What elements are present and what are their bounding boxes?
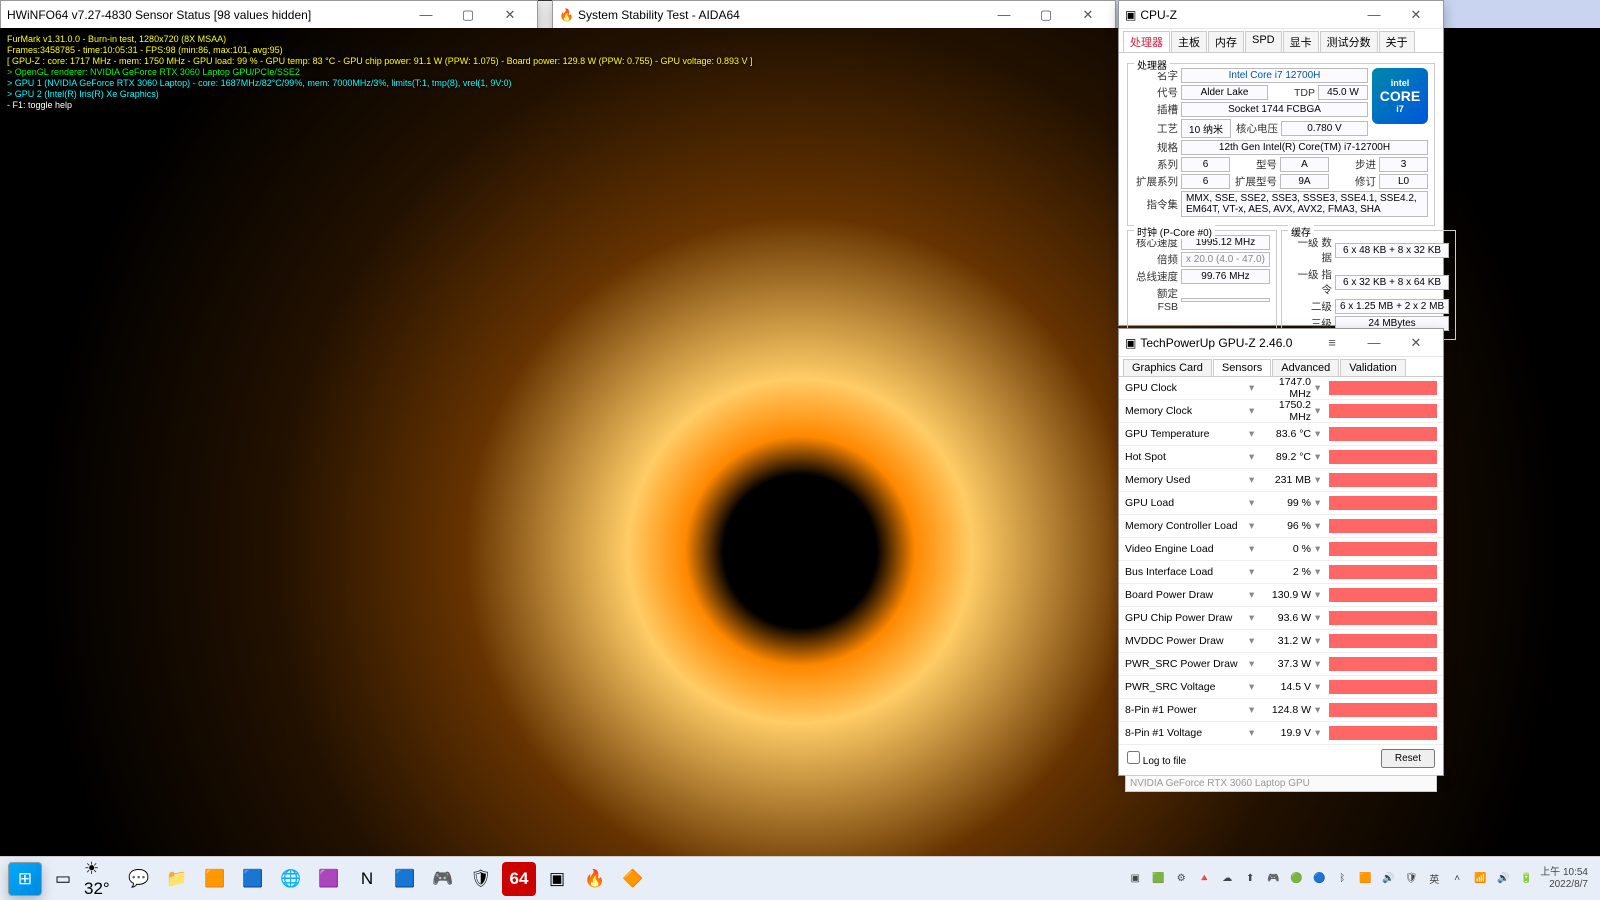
app-icon[interactable]: 🛡 [464,862,498,896]
tray-icon[interactable]: ⚙ [1172,870,1190,888]
cpuz-titlebar[interactable]: ▣ CPU-Z — ✕ [1119,1,1443,29]
app-icon[interactable]: 🔥 [578,862,612,896]
netflix-icon[interactable]: N [350,862,384,896]
gpuz-sensor-row[interactable]: Board Power Draw▾130.9 W▾ [1119,584,1443,607]
gpuz-tab[interactable]: Advanced [1272,359,1339,376]
tray-icon[interactable]: 🎮 [1264,870,1282,888]
cpuz-tab[interactable]: 显卡 [1283,31,1319,52]
reset-button[interactable]: Reset [1381,749,1435,768]
close-button[interactable]: ✕ [489,2,531,28]
lang-indicator[interactable]: 英 [1425,870,1443,888]
gpuz-sensor-row[interactable]: Video Engine Load▾0 %▾ [1119,538,1443,561]
close-button[interactable]: ✕ [1395,330,1437,356]
tray-icon[interactable]: ⬆ [1241,870,1259,888]
bluetooth-icon[interactable]: ᛒ [1333,870,1351,888]
tray-icon[interactable]: ▣ [1126,870,1144,888]
gpuz-sensor-row[interactable]: MVDDC Power Draw▾31.2 W▾ [1119,630,1443,653]
max-button[interactable]: ▢ [447,2,489,28]
gpuz-sensor-row[interactable]: Bus Interface Load▾2 %▾ [1119,561,1443,584]
tray-icon[interactable]: 🛡 [1402,870,1420,888]
gpuz-sensor-row[interactable]: 8-Pin #1 Voltage▾19.9 V▾ [1119,722,1443,745]
gpuz-titlebar[interactable]: ▣ TechPowerUp GPU-Z 2.46.0 ≡ — ✕ [1119,329,1443,357]
hwinfo-title: HWiNFO64 v7.27-4830 Sensor Status [98 va… [7,8,311,22]
battery-icon[interactable]: 🔋 [1517,870,1535,888]
cpuz-tabs: 处理器主板内存SPD显卡测试分数关于 [1119,29,1443,53]
tray-icon[interactable]: 🟧 [1356,870,1374,888]
xbox-icon[interactable]: 🎮 [426,862,460,896]
cpuz-tab[interactable]: 测试分数 [1320,31,1378,52]
gpuz-sensor-row[interactable]: 8-Pin #1 Power▾124.8 W▾ [1119,699,1443,722]
gpuz-tab[interactable]: Graphics Card [1123,359,1212,376]
tray-icon[interactable]: 🔵 [1310,870,1328,888]
chevron-up-icon[interactable]: ˄ [1448,870,1466,888]
tray-icon[interactable]: 🔺 [1195,870,1213,888]
gpuz-window: ▣ TechPowerUp GPU-Z 2.46.0 ≡ — ✕ Graphic… [1118,328,1444,776]
aida-icon[interactable]: 64 [502,862,536,896]
gpuz-sensor-row[interactable]: GPU Load▾99 %▾ [1119,492,1443,515]
min-button[interactable]: — [1353,330,1395,356]
min-button[interactable]: — [983,2,1025,28]
wifi-icon[interactable]: 📶 [1471,870,1489,888]
cpuz-tab[interactable]: 处理器 [1123,31,1170,52]
app-icon[interactable]: 🟧 [198,862,232,896]
flame-icon: 🔥 [559,8,574,22]
gpu-select[interactable]: NVIDIA GeForce RTX 3060 Laptop GPU [1125,775,1437,792]
menu-button[interactable]: ≡ [1311,330,1353,356]
gpuz-sensor-row[interactable]: PWR_SRC Voltage▾14.5 V▾ [1119,676,1443,699]
gpuz-sensor-row[interactable]: PWR_SRC Power Draw▾37.3 W▾ [1119,653,1443,676]
start-button[interactable]: ⊞ [8,862,42,896]
aida-titlebar[interactable]: 🔥 System Stability Test - AIDA64 — ▢ ✕ [553,1,1115,29]
close-button[interactable]: ✕ [1067,2,1109,28]
chat-icon[interactable]: 💬 [122,862,156,896]
cpuz-tab[interactable]: 关于 [1379,31,1415,52]
furmark-icon[interactable]: 🔶 [616,862,650,896]
tray-icon[interactable]: 🟩 [1149,870,1167,888]
app-icon[interactable]: 🟦 [388,862,422,896]
gpuz-sensor-row[interactable]: Hot Spot▾89.2 °C▾ [1119,446,1443,469]
system-tray: ▣ 🟩 ⚙ 🔺 ☁ ⬆ 🎮 🟢 🔵 ᛒ 🟧 🔊 🛡 英 ˄ 📶 🔊 🔋 上午 1… [1126,867,1592,891]
gpuz-sensor-row[interactable]: Memory Clock▾1750.2 MHz▾ [1119,400,1443,423]
taskview-icon[interactable]: ▭ [46,862,80,896]
gpuz-sensor-row[interactable]: Memory Used▾231 MB▾ [1119,469,1443,492]
cpu-name: Intel Core i7 12700H [1181,68,1368,83]
hwinfo-titlebar[interactable]: HWiNFO64 v7.27-4830 Sensor Status [98 va… [1,1,537,29]
min-button[interactable]: — [1353,2,1395,28]
close-button[interactable]: ✕ [1395,2,1437,28]
cpuz-tab[interactable]: SPD [1245,31,1282,52]
cpuz-tab[interactable]: 主板 [1171,31,1207,52]
cpuz-tab[interactable]: 内存 [1208,31,1244,52]
furmark-window: 🔶 Geeks3D FurMark v1.31.0.0 - 98FPS, GPU… [0,0,573,264]
cpuz-icon: ▣ [1125,8,1136,22]
log-checkbox[interactable]: Log to file [1127,751,1186,767]
aida-title: System Stability Test - AIDA64 [578,8,740,22]
app-icon[interactable]: ▣ [540,862,574,896]
tray-icon[interactable]: 🟢 [1287,870,1305,888]
gpuz-sensor-row[interactable]: GPU Clock▾1747.0 MHz▾ [1119,377,1443,400]
gpuz-tabs: Graphics CardSensorsAdvancedValidation [1119,357,1443,377]
cpuz-window: ▣ CPU-Z — ✕ 处理器主板内存SPD显卡测试分数关于 处理器 名字Int… [1118,0,1444,326]
intel-core-logo: intelCOREi7 [1372,68,1428,124]
gpuz-sensor-row[interactable]: GPU Temperature▾83.6 °C▾ [1119,423,1443,446]
app-icon[interactable]: 🟦 [236,862,270,896]
taskbar: ⊞ 🔍 ▭ ☀32° 💬 📁 🟧 🟦 🌐 🟪 N 🟦 🎮 🛡 64 ▣ 🔥 🔶 … [0,856,1600,900]
furmark-overlay: FurMark v1.31.0.0 - Burn-in test, 1280x7… [1,30,759,115]
taskbar-clock[interactable]: 上午 10:542022/8/7 [1540,867,1592,891]
min-button[interactable]: — [405,2,447,28]
gpuz-sensors: GPU Clock▾1747.0 MHz▾Memory Clock▾1750.2… [1119,377,1443,745]
gpuz-tab[interactable]: Sensors [1213,359,1271,376]
gpuz-sensor-row[interactable]: GPU Chip Power Draw▾93.6 W▾ [1119,607,1443,630]
gpuz-tab[interactable]: Validation [1340,359,1406,376]
gpuz-icon: ▣ [1125,336,1136,350]
chrome-icon[interactable]: 🌐 [274,862,308,896]
max-button[interactable]: ▢ [1025,2,1067,28]
tray-icon[interactable]: 🔊 [1379,870,1397,888]
app-icon[interactable]: 🟪 [312,862,346,896]
tray-icon[interactable]: ☁ [1218,870,1236,888]
gpuz-sensor-row[interactable]: Memory Controller Load▾96 %▾ [1119,515,1443,538]
weather-icon[interactable]: ☀32° [84,862,118,896]
volume-icon[interactable]: 🔊 [1494,870,1512,888]
explorer-icon[interactable]: 📁 [160,862,194,896]
